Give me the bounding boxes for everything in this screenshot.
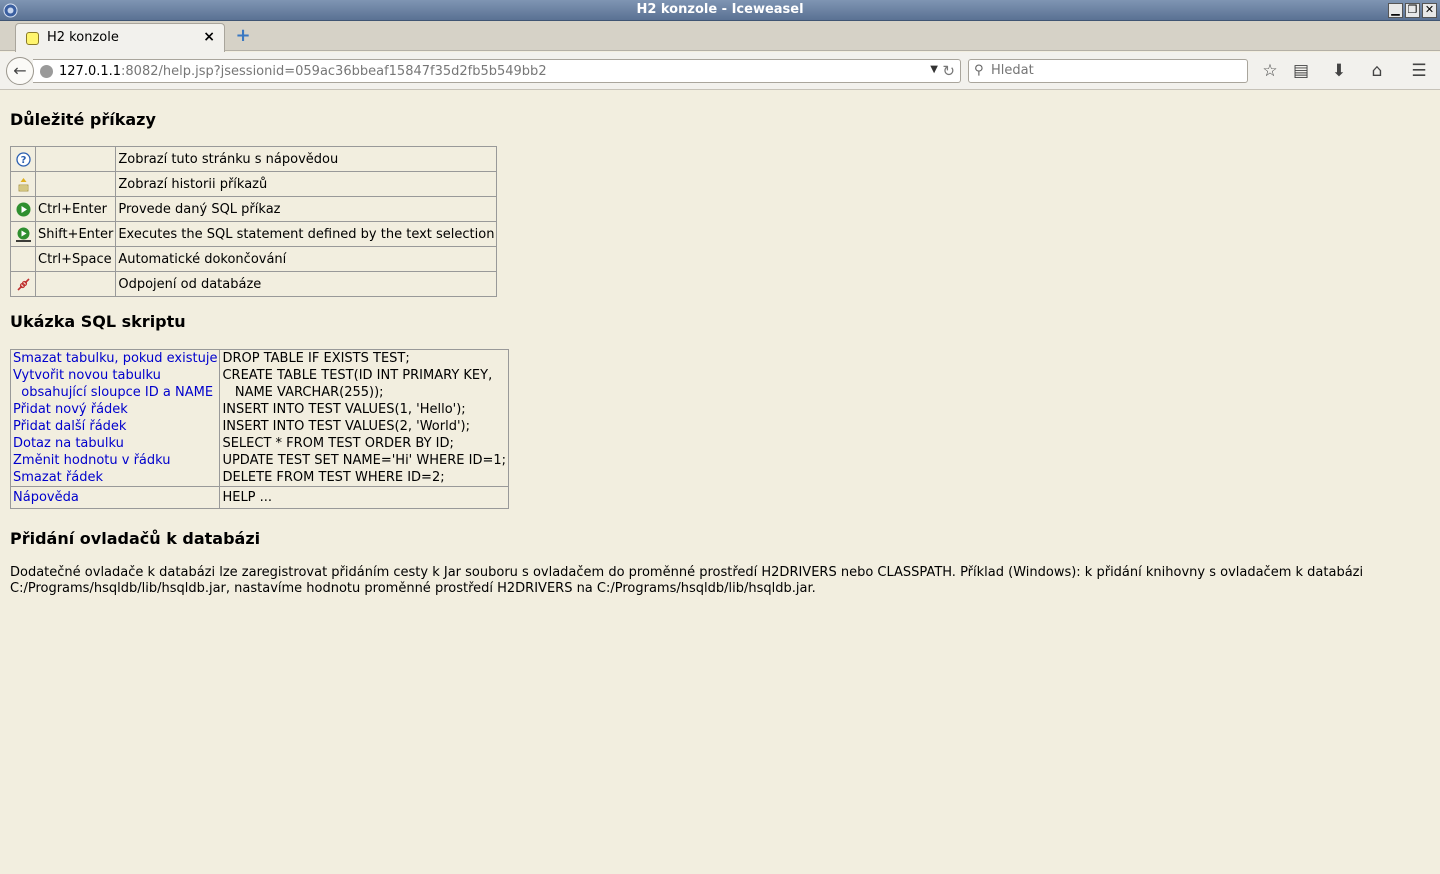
- commands-table: ? Zobrazí tuto stránku s nápovědou Zobra…: [10, 146, 498, 297]
- minimize-button[interactable]: ▁: [1388, 3, 1403, 18]
- tab-strip: H2 konzole × +: [0, 21, 1440, 52]
- sql-link-create-cont[interactable]: obsahující sloupce ID a NAME: [13, 384, 217, 401]
- command-key: Ctrl+Enter: [34, 196, 117, 222]
- command-desc: Odpojení od databáze: [115, 271, 498, 297]
- page-content: Důležité příkazy ? Zobrazí tuto stránku …: [0, 91, 1440, 874]
- sql-link-select[interactable]: Dotaz na tabulku: [13, 435, 217, 452]
- command-desc: Zobrazí tuto stránku s nápovědou: [115, 146, 498, 172]
- table-row: Odpojení od databáze: [10, 271, 498, 297]
- sql-link-delete[interactable]: Smazat řádek: [13, 469, 217, 486]
- sql-link-insert-1[interactable]: Přidat nový řádek: [13, 401, 217, 418]
- downloads-icon[interactable]: ⬇: [1328, 60, 1350, 82]
- command-desc: Executes the SQL statement defined by th…: [115, 221, 498, 247]
- svg-text:?: ?: [20, 155, 26, 166]
- sql-link-update[interactable]: Změnit hodnotu v řádku: [13, 452, 217, 469]
- tab-title: H2 konzole: [47, 30, 119, 45]
- sql-code-line: UPDATE TEST SET NAME='Hi' WHERE ID=1;: [222, 453, 506, 468]
- bookmark-star-icon[interactable]: ☆: [1259, 60, 1281, 82]
- sql-code-line: DROP TABLE IF EXISTS TEST;: [222, 351, 410, 366]
- sql-code-line: INSERT INTO TEST VALUES(1, 'Hello');: [222, 402, 466, 417]
- table-row: Zobrazí historii příkazů: [10, 171, 498, 197]
- command-key: [34, 271, 117, 297]
- help-icon: ?: [15, 151, 31, 167]
- sql-link-insert-2[interactable]: Přidat další řádek: [13, 418, 217, 435]
- tab-h2-console[interactable]: H2 konzole ×: [15, 23, 225, 52]
- sql-code-line: NAME VARCHAR(255));: [222, 385, 384, 400]
- url-dropdown-icon[interactable]: ▼: [930, 64, 938, 75]
- window-title: H2 konzole - Iceweasel: [636, 2, 804, 17]
- back-arrow-icon: ←: [13, 61, 27, 80]
- url-text[interactable]: 127.0.1.1:8082/help.jsp?jsessionid=059ac…: [59, 64, 547, 79]
- sql-code-line: DELETE FROM TEST WHERE ID=2;: [222, 470, 445, 485]
- window-titlebar: H2 konzole - Iceweasel ▁ ❐ ✕: [0, 0, 1440, 21]
- maximize-button[interactable]: ❐: [1405, 3, 1420, 18]
- navigation-bar: 127.0.1.1:8082/help.jsp?jsessionid=059ac…: [0, 52, 1440, 90]
- sql-heading: Ukázka SQL skriptu: [10, 312, 186, 331]
- url-bar[interactable]: 127.0.1.1:8082/help.jsp?jsessionid=059ac…: [33, 59, 961, 83]
- command-key: Ctrl+Space: [34, 246, 117, 272]
- tab-close-icon[interactable]: ×: [203, 29, 215, 45]
- reload-icon[interactable]: ↻: [942, 62, 955, 80]
- sql-code-line: INSERT INTO TEST VALUES(2, 'World');: [222, 419, 470, 434]
- close-window-button[interactable]: ✕: [1422, 3, 1437, 18]
- run-selected-icon: [15, 227, 31, 242]
- globe-icon: [40, 65, 53, 78]
- table-row: Shift+Enter Executes the SQL statement d…: [10, 221, 498, 247]
- home-icon[interactable]: ⌂: [1366, 60, 1388, 82]
- sql-code-line: CREATE TABLE TEST(ID INT PRIMARY KEY,: [222, 368, 493, 383]
- disconnect-icon: [16, 277, 30, 291]
- command-key: [34, 146, 117, 172]
- favicon-icon: [26, 32, 39, 45]
- table-row: Nápověda HELP ...: [9, 486, 509, 509]
- url-path: :8082/help.jsp?jsessionid=059ac36bbeaf15…: [121, 64, 547, 79]
- help-command: HELP ...: [219, 486, 509, 509]
- command-desc: Zobrazí historii příkazů: [115, 171, 498, 197]
- table-row: ? Zobrazí tuto stránku s nápovědou: [10, 146, 498, 172]
- command-key: [34, 171, 117, 197]
- reading-list-icon[interactable]: ▤: [1290, 60, 1312, 82]
- search-input[interactable]: [991, 63, 1241, 78]
- drivers-paragraph: Dodatečné ovladače k databázi lze zaregi…: [10, 565, 1364, 596]
- command-desc: Provede daný SQL příkaz: [115, 196, 498, 222]
- table-row: Ctrl+Enter Provede daný SQL příkaz: [10, 196, 498, 222]
- sql-link-create[interactable]: Vytvořit novou tabulku: [13, 367, 217, 384]
- history-icon: [18, 177, 28, 191]
- commands-heading: Důležité příkazy: [10, 110, 156, 129]
- menu-icon[interactable]: ☰: [1408, 60, 1430, 82]
- table-row: Smazat tabulku, pokud existuje Vytvořit …: [9, 349, 509, 487]
- url-host: 127.0.1.1: [59, 64, 122, 79]
- run-icon: [16, 202, 30, 216]
- sql-link-drop[interactable]: Smazat tabulku, pokud existuje: [13, 350, 217, 367]
- command-desc: Automatické dokončování: [115, 246, 498, 272]
- back-button[interactable]: ←: [6, 57, 34, 85]
- sql-code-line: SELECT * FROM TEST ORDER BY ID;: [222, 436, 454, 451]
- table-row: Ctrl+Space Automatické dokončování: [10, 246, 498, 272]
- help-link[interactable]: Nápověda: [13, 490, 79, 505]
- drivers-heading: Přidání ovladačů k databázi: [10, 529, 261, 548]
- sql-example-table: Smazat tabulku, pokud existuje Vytvořit …: [9, 349, 509, 509]
- search-bar[interactable]: ⚲: [968, 59, 1248, 83]
- command-key: Shift+Enter: [34, 221, 117, 247]
- new-tab-button[interactable]: +: [234, 27, 252, 45]
- search-icon: ⚲: [974, 63, 984, 78]
